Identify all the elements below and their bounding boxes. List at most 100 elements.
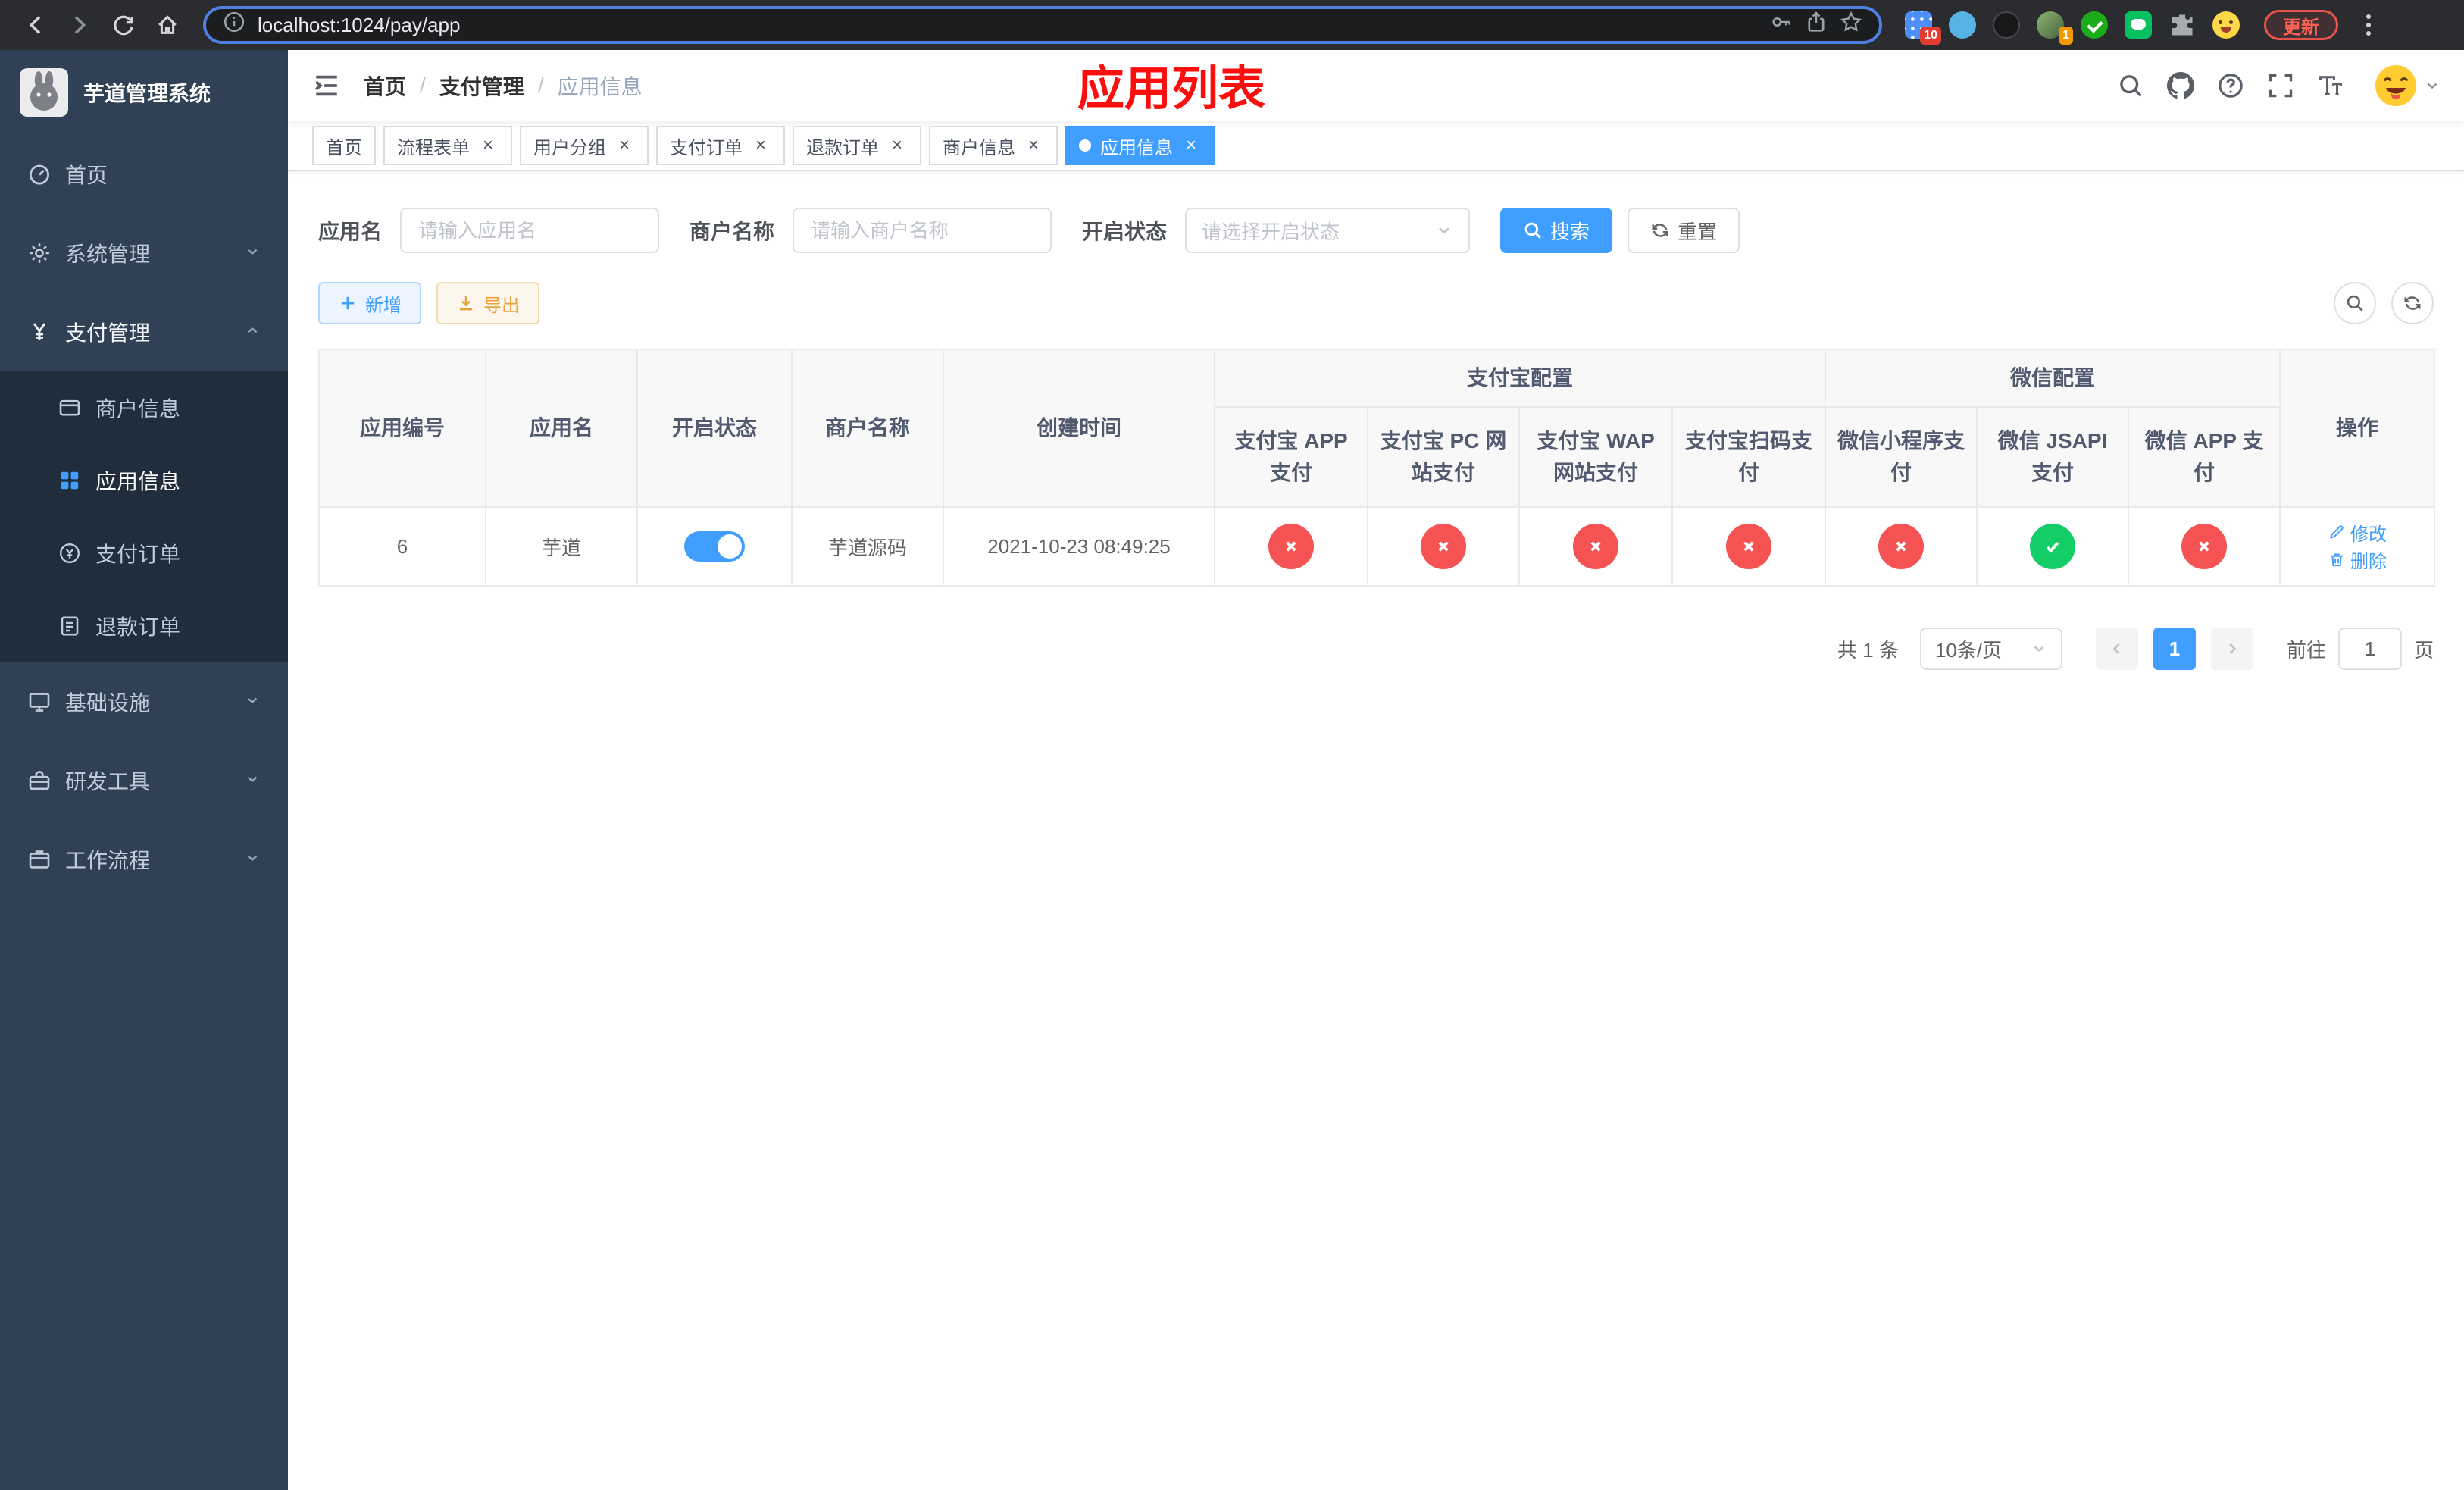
delete-link[interactable]: 删除 [2328,546,2387,573]
pagination: 共 1 条 10条/页 1 前往 页 [318,628,2434,670]
page-unit-label: 页 [2413,638,2434,662]
sidebar-item-dev-tools[interactable]: 研发工具 [0,741,288,820]
close-icon[interactable]: × [614,135,635,156]
hamburger-icon[interactable] [312,71,341,100]
sidebar-item-label: 商户信息 [95,397,181,421]
goto-page-input[interactable] [2337,628,2402,670]
prev-page-button[interactable] [2095,628,2138,670]
sidebar-item-app-info[interactable]: 应用信息 [0,444,288,517]
alipay-pc-status-icon [1421,524,1466,569]
cell-app-id: 6 [318,506,486,587]
table-row: 6 芋道 芋道源码 2021-10-23 08:49:25 修改 删除 [318,506,2436,587]
total-count: 共 1 条 [1837,638,1899,662]
breadcrumb: 首页 / 支付管理 / 应用信息 [364,70,643,101]
user-menu[interactable] [2373,63,2440,108]
export-button[interactable]: 导出 [436,282,539,324]
reset-button[interactable]: 重置 [1628,208,1740,253]
close-icon[interactable]: × [1180,135,1202,156]
search-icon[interactable] [2117,72,2144,99]
browser-reload-icon[interactable] [103,5,144,45]
refresh-icon [1652,224,1668,237]
tab-home[interactable]: 首页 [312,126,376,165]
extension-drop-icon[interactable] [1949,11,1976,39]
browser-update-button[interactable]: 更新 [2264,10,2338,40]
close-icon[interactable]: × [886,135,908,156]
fullscreen-icon[interactable] [2267,72,2294,99]
wx-app-status-icon [2181,524,2228,569]
address-bar[interactable]: localhost:1024/pay/app [203,6,1882,44]
sidebar-item-label: 应用信息 [95,470,181,493]
sidebar-item-infrastructure[interactable]: 基础设施 [0,662,288,741]
close-icon[interactable]: × [750,135,771,156]
merchant-name-input[interactable] [793,208,1052,253]
close-icon[interactable]: × [1023,135,1044,156]
browser-menu-icon[interactable] [2355,11,2382,39]
extension-memoji-icon[interactable] [2212,11,2240,39]
chevron-down-icon [1435,221,1453,239]
extensions-puzzle-icon[interactable] [2169,11,2196,39]
extension-chat-icon[interactable] [2125,11,2152,39]
sidebar-item-system[interactable]: 系统管理 [0,214,288,293]
sidebar-item-payment[interactable]: 支付管理 [0,293,288,371]
edit-link[interactable]: 修改 [2328,519,2387,546]
tab-user-group[interactable]: 用户分组 × [520,126,649,165]
sidebar-item-label: 基础设施 [65,691,151,715]
add-button[interactable]: 新增 [318,282,421,324]
breadcrumb-home[interactable]: 首页 [364,70,406,101]
search-button[interactable]: 搜索 [1500,208,1613,253]
page-size-select[interactable]: 10条/页 [1919,628,2062,670]
chevron-down-icon [244,847,261,872]
screen: localhost:1024/pay/app 10 1 更新 芋道管理系统 首页… [0,0,2464,1490]
next-page-button[interactable] [2210,628,2253,670]
share-icon[interactable] [1805,11,1828,39]
sidebar: 芋道管理系统 首页 系统管理 支付管理 商户信息 应用信息 支付订单 退款订单 … [0,50,288,1490]
sidebar-item-workflow[interactable]: 工作流程 [0,820,288,899]
sidebar-item-home[interactable]: 首页 [0,135,288,214]
pencil-icon [2330,525,2344,539]
sidebar-item-merchant-info[interactable]: 商户信息 [0,371,288,444]
trash-icon [2331,553,2343,566]
extension-avatar-icon[interactable]: 1 [2037,11,2073,45]
sidebar-item-pay-order[interactable]: 支付订单 [0,517,288,590]
col-header-operations: 操作 [2279,349,2436,508]
browser-forward-icon[interactable] [59,5,100,45]
close-icon[interactable]: × [477,135,499,156]
chevron-down-icon [244,768,261,793]
sidebar-item-label: 支付订单 [95,543,181,566]
tab-process-form[interactable]: 流程表单 × [383,126,512,165]
extension-grid-icon[interactable]: 10 [1905,11,1941,45]
github-icon[interactable] [2167,72,2194,99]
extension-check-icon[interactable] [2081,11,2108,39]
app-name-input[interactable] [400,208,660,253]
sidebar-item-label: 系统管理 [65,243,151,266]
status-switch[interactable] [684,531,745,562]
tab-refund-order[interactable]: 退款订单 × [793,126,921,165]
browser-back-icon[interactable] [15,5,56,45]
help-icon[interactable] [2217,72,2244,99]
status-select[interactable]: 请选择开启状态 [1185,208,1471,253]
briefcase-icon [29,850,50,869]
page-title-annotation: 应用列表 [1077,63,1266,116]
tab-app-info[interactable]: 应用信息 × [1065,126,1215,165]
plus-icon [341,296,355,310]
table-toolbar: 新增 导出 [318,282,2434,324]
sidebar-item-label: 工作流程 [65,849,151,872]
browser-home-icon[interactable] [147,5,188,45]
font-size-icon[interactable] [2317,72,2344,99]
tab-pay-order[interactable]: 支付订单 × [656,126,785,165]
refresh-table-button[interactable] [2391,282,2434,324]
app-logo[interactable]: 芋道管理系统 [0,50,288,135]
tab-merchant-info[interactable]: 商户信息 × [929,126,1058,165]
site-info-icon[interactable] [223,11,245,39]
top-navbar: 首页 / 支付管理 / 应用信息 应用列表 [288,50,2464,121]
sidebar-item-refund-order[interactable]: 退款订单 [0,590,288,662]
toggle-search-button[interactable] [2334,282,2376,324]
col-header-wx-jsapi: 微信 JSAPI 支付 [1976,406,2130,508]
extension-dark-icon[interactable] [1993,11,2020,39]
bookmark-star-icon[interactable] [1840,11,1862,39]
page-number-current[interactable]: 1 [2153,628,2196,670]
breadcrumb-section[interactable]: 支付管理 [439,70,524,101]
password-key-icon[interactable] [1770,11,1793,39]
sidebar-item-label: 研发工具 [65,770,151,794]
cell-created: 2021-10-23 08:49:25 [943,506,1215,587]
